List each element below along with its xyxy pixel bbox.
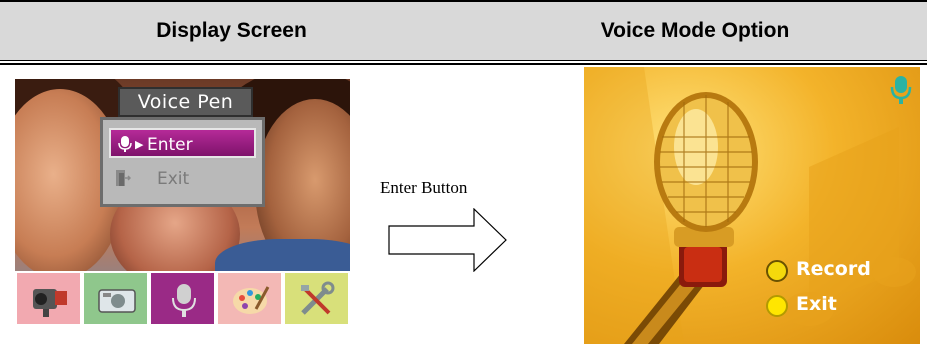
menu-title: Voice Pen [118, 87, 253, 117]
menu-item-label: Enter [147, 135, 193, 155]
setup-mode-tile[interactable] [283, 271, 350, 326]
paint-mode-tile[interactable] [216, 271, 283, 326]
record-option-label: Record [796, 258, 871, 280]
exit-option-label: Exit [796, 293, 837, 315]
microphone-icon [172, 284, 196, 317]
yellow-circle-icon [766, 295, 788, 317]
camera-icon [98, 289, 136, 313]
voice-mode-screen: Record Exit [584, 67, 920, 344]
display-screen: Voice Pen ▶ Enter Exit [15, 79, 350, 326]
palette-icon [233, 286, 270, 314]
table-header-rule-double [0, 63, 927, 65]
menu-item-label: Exit [157, 169, 190, 189]
voice-pen-menu: Voice Pen ▶ Enter Exit [100, 87, 265, 207]
camera-mode-tile[interactable] [82, 271, 149, 326]
microphone-illustration [584, 67, 916, 344]
selection-arrow-icon: ▶ [135, 138, 144, 151]
video-mode-tile[interactable] [15, 271, 82, 326]
display-screen-header: Display Screen [156, 19, 307, 42]
voice-mode-tile[interactable] [149, 271, 216, 326]
exit-door-icon [116, 170, 131, 186]
tools-icon [301, 281, 335, 315]
right-arrow-icon [388, 208, 507, 272]
enter-button-label: Enter Button [380, 178, 468, 197]
menu-box: ▶ Enter Exit [100, 117, 265, 207]
voice-mode-option-header: Voice Mode Option [600, 19, 790, 42]
microphone-icon [890, 76, 912, 104]
microphone-icon [118, 136, 132, 152]
menu-item-exit[interactable]: Exit [109, 164, 256, 194]
menu-item-enter[interactable]: ▶ Enter [109, 128, 256, 158]
record-button-icon [766, 260, 788, 282]
video-camera-icon [33, 289, 67, 317]
mode-icon-bar [15, 271, 350, 326]
table-header-rule [0, 60, 927, 61]
